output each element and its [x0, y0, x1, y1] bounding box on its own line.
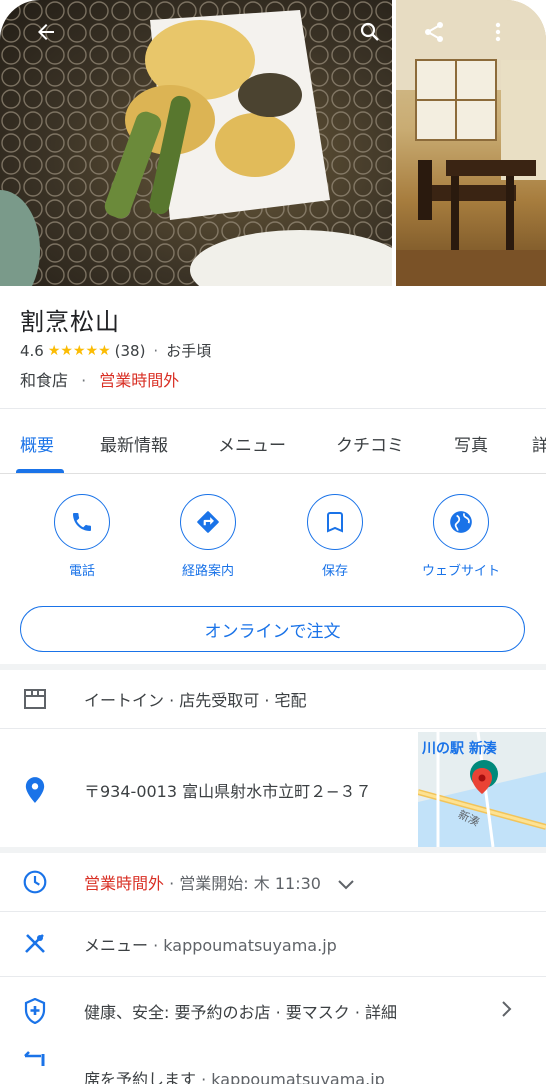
rating-value: 4.6	[20, 341, 44, 360]
bookmark-icon	[307, 494, 363, 550]
photo-carousel[interactable]	[0, 0, 546, 286]
chevron-right-icon[interactable]	[502, 1001, 512, 1021]
health-shield-icon	[20, 996, 50, 1026]
tab-menu[interactable]: メニュー	[218, 431, 286, 456]
service-options-text: イートイン · 店先受取可 · 宅配	[84, 691, 307, 710]
reserve-label: 席を予約します	[84, 1070, 197, 1084]
map-thumbnail[interactable]: 川の駅 新湊 新湊	[418, 732, 546, 847]
website-label: ウェブサイト	[421, 564, 500, 579]
tab-updates[interactable]: 最新情報	[100, 431, 168, 456]
service-options-row[interactable]: イートイン · 店先受取可 · 宅配	[0, 670, 546, 728]
call-label: 電話	[68, 564, 95, 579]
reserve-icon	[20, 1046, 50, 1076]
more-options-icon[interactable]	[480, 14, 516, 50]
tab-reviews[interactable]: クチコミ	[336, 431, 404, 456]
call-button[interactable]: 電話	[27, 494, 137, 579]
menu-text: メニュー · kappoumatsuyama.jp	[84, 932, 337, 956]
storefront-icon	[20, 684, 50, 714]
health-safety-text: 健康、安全: 要予約のお店 · 要マスク · 詳細	[84, 1003, 397, 1022]
price-level: お手頃	[166, 342, 212, 360]
save-label: 保存	[321, 564, 348, 579]
directions-button[interactable]: 経路案内	[153, 494, 263, 579]
hours-next-open: · 営業開始: 木 11:30	[164, 874, 321, 893]
menu-row[interactable]: メニュー · kappoumatsuyama.jp	[0, 912, 546, 976]
tab-active-indicator	[16, 469, 64, 473]
search-icon[interactable]	[352, 14, 388, 50]
reserve-website[interactable]: · kappoumatsuyama.jp	[196, 1070, 385, 1084]
map-station-label: 川の駅 新湊	[422, 741, 497, 757]
separator: ·	[81, 371, 87, 390]
directions-label: 経路案内	[181, 564, 234, 579]
hours-row[interactable]: 営業時間外 · 営業開始: 木 11:30	[0, 853, 546, 911]
rating-stars: ★★★★★	[47, 342, 111, 359]
tab-bar: 概要 最新情報 メニュー クチコミ 写真 詳	[0, 408, 546, 474]
tab-about[interactable]: 詳	[532, 431, 546, 456]
chevron-down-icon[interactable]	[338, 875, 354, 894]
back-icon[interactable]	[28, 14, 64, 50]
menu-label: メニュー	[84, 936, 149, 955]
open-status: 営業時間外	[99, 371, 180, 390]
location-pin-icon	[20, 775, 50, 805]
review-count: (38)	[114, 341, 146, 360]
website-button[interactable]: ウェブサイト	[406, 494, 516, 579]
reserve-row[interactable]: 席を予約します · kappoumatsuyama.jp	[0, 1046, 546, 1084]
reserve-text: 席を予約します · kappoumatsuyama.jp	[84, 1066, 385, 1084]
menu-website[interactable]: · kappoumatsuyama.jp	[148, 936, 337, 955]
globe-icon	[433, 494, 489, 550]
rating-row[interactable]: 4.6 ★★★★★ (38) · お手頃	[20, 340, 211, 361]
restaurant-icon	[20, 929, 50, 959]
tab-overview[interactable]: 概要	[20, 431, 54, 456]
category-row: 和食店 · 営業時間外	[20, 367, 179, 391]
directions-icon	[180, 494, 236, 550]
hours-text: 営業時間外 · 営業開始: 木 11:30	[84, 870, 354, 894]
category: 和食店	[20, 371, 69, 390]
order-online-button[interactable]: オンラインで注文	[20, 606, 525, 652]
tab-photos[interactable]: 写真	[454, 431, 488, 456]
address-text: 〒934-0013 富山県射水市立町２−３７	[84, 781, 372, 801]
save-button[interactable]: 保存	[280, 494, 390, 579]
place-name: 割烹松山	[20, 308, 120, 336]
separator: ·	[153, 341, 159, 360]
hours-status: 営業時間外	[84, 874, 165, 893]
clock-icon	[20, 867, 50, 897]
health-safety-row[interactable]: 健康、安全: 要予約のお店 · 要マスク · 詳細	[0, 977, 546, 1045]
phone-icon	[54, 494, 110, 550]
share-icon[interactable]	[416, 14, 452, 50]
row-divider	[0, 728, 546, 729]
